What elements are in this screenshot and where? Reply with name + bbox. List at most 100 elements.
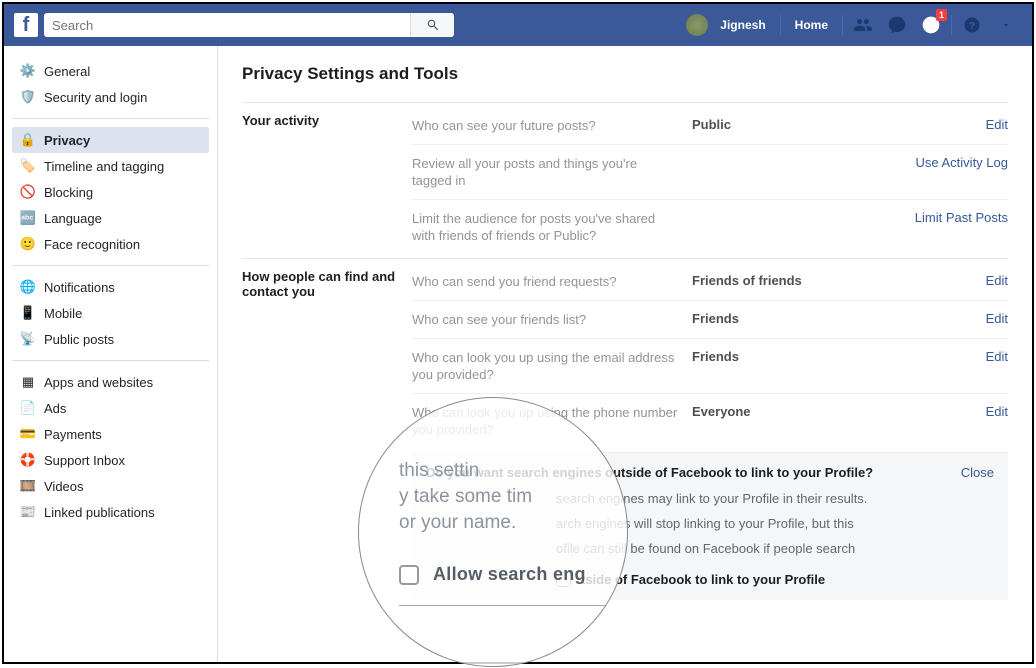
sidebar-item-public-posts[interactable]: 📡 Public posts (12, 326, 209, 352)
sidebar-item-support[interactable]: 🛟Support Inbox (12, 447, 209, 473)
sidebar-item-payments[interactable]: 💳 Payments (12, 421, 209, 447)
help-icon[interactable]: ? (960, 13, 984, 37)
svg-text:?: ? (969, 20, 975, 32)
section-find-contact: How people can find and contact you Who … (242, 258, 1008, 600)
checkbox-label: tside of Facebook to link to your Profil… (581, 571, 825, 588)
sidebar-item-label: Videos (44, 479, 84, 494)
dropdown-icon[interactable] (994, 13, 1018, 37)
edit-link[interactable]: Edit (986, 349, 1008, 383)
globe-icon: 🌐 (20, 279, 36, 295)
setting-row: Limit the audience for posts you've shar… (412, 199, 1008, 254)
sidebar-item-apps[interactable]: ▦ Apps and websites (12, 369, 209, 395)
sidebar-item-mobile[interactable]: 📱 Mobile (12, 300, 209, 326)
sidebar-item-language[interactable]: 🔤 Language (12, 205, 209, 231)
sidebar-item-privacy[interactable]: 🔒 Privacy (12, 127, 209, 153)
sidebar-item-label: Language (44, 211, 102, 226)
setting-row: Who can see your future posts? Public Ed… (412, 113, 1008, 144)
sidebar-item-linked-pub[interactable]: 📰 Linked publications (12, 499, 209, 525)
video-icon: 🎞️ (20, 478, 36, 494)
sidebar-item-face[interactable]: 🙂 Face recognition (12, 231, 209, 257)
header: f Jignesh Home 1 ? (4, 4, 1032, 46)
sidebar-item-timeline[interactable]: 🏷️ Timeline and tagging (12, 153, 209, 179)
sidebar-item-label: Security and login (44, 90, 147, 105)
sidebar-item-general[interactable]: ⚙️ General (12, 58, 209, 84)
profile-link[interactable]: Jignesh (710, 11, 775, 39)
setting-row: Who can send you friend requests? Friend… (412, 269, 1008, 300)
setting-question: Who can see your future posts? (412, 117, 692, 134)
setting-question: Do you want search engines outside of Fa… (426, 465, 961, 480)
news-icon: 📰 (20, 504, 36, 520)
setting-row: Who can look you up using the email addr… (412, 338, 1008, 393)
shield-icon: 🛡️ (20, 89, 36, 105)
search-icon (426, 18, 440, 32)
sidebar-item-label: Timeline and tagging (44, 159, 164, 174)
sidebar-item-label: Notifications (44, 280, 115, 295)
sidebar-item-label: Mobile (44, 306, 82, 321)
notifications-icon[interactable]: 1 (919, 13, 943, 37)
section-label: Your activity (242, 113, 412, 254)
limit-posts-link[interactable]: Limit Past Posts (915, 210, 1008, 244)
setting-row: Who can look you up using the phone numb… (412, 393, 1008, 448)
apps-icon: ▦ (20, 374, 36, 390)
setting-value: Public (692, 117, 852, 134)
setting-question: Who can send you friend requests? (412, 273, 692, 290)
lock-icon: 🔒 (20, 132, 36, 148)
setting-value: Friends (692, 311, 852, 328)
search-bar (44, 13, 454, 37)
sidebar-item-security[interactable]: 🛡️ Security and login (12, 84, 209, 110)
close-link[interactable]: Close (961, 465, 994, 480)
edit-link[interactable]: Edit (986, 273, 1008, 290)
home-link[interactable]: Home (785, 11, 838, 39)
sidebar-item-blocking[interactable]: 🚫 Blocking (12, 179, 209, 205)
gear-icon: ⚙️ (20, 63, 36, 79)
edit-link[interactable]: Edit (986, 117, 1008, 134)
sidebar-item-label: Face recognition (44, 237, 140, 252)
notification-badge: 1 (936, 9, 947, 21)
setting-description: search engines may link to your Profile … (556, 490, 994, 507)
sidebar-item-label: Apps and websites (44, 375, 153, 390)
sidebar-item-videos[interactable]: 🎞️ Videos (12, 473, 209, 499)
page-title: Privacy Settings and Tools (242, 64, 1008, 84)
sidebar-item-ads[interactable]: 📄 Ads (12, 395, 209, 421)
setting-question: Who can look you up using the phone numb… (412, 404, 692, 438)
card-icon: 💳 (20, 426, 36, 442)
expanded-setting: Do you want search engines outside of Fa… (412, 452, 1008, 600)
setting-row: Who can see your friends list? Friends E… (412, 300, 1008, 338)
sidebar-item-label: Privacy (44, 133, 90, 148)
section-label: How people can find and contact you (242, 269, 412, 600)
ads-icon: 📄 (20, 400, 36, 416)
sidebar-item-notifications[interactable]: 🌐 Notifications (12, 274, 209, 300)
setting-description: ofile can still be found on Facebook if … (556, 540, 994, 557)
allow-search-checkbox[interactable] (556, 572, 571, 587)
sidebar-item-label: Linked publications (44, 505, 155, 520)
edit-link[interactable]: Edit (986, 311, 1008, 328)
main-content: Privacy Settings and Tools Your activity… (217, 46, 1032, 662)
face-icon: 🙂 (20, 236, 36, 252)
life-ring-icon: 🛟 (20, 452, 36, 468)
sidebar-item-label: Ads (44, 401, 66, 416)
block-icon: 🚫 (20, 184, 36, 200)
setting-value: Friends of friends (692, 273, 852, 290)
sidebar-item-label: General (44, 64, 90, 79)
avatar[interactable] (686, 14, 708, 36)
language-icon: 🔤 (20, 210, 36, 226)
setting-question: Review all your posts and things you're … (412, 155, 692, 189)
setting-row: Review all your posts and things you're … (412, 144, 1008, 199)
sidebar-item-label: Payments (44, 427, 102, 442)
mobile-icon: 📱 (20, 305, 36, 321)
sidebar-item-label: Public posts (44, 332, 114, 347)
friend-requests-icon[interactable] (851, 13, 875, 37)
setting-description: arch engines will stop linking to your P… (556, 515, 994, 532)
tag-icon: 🏷️ (20, 158, 36, 174)
rss-icon: 📡 (20, 331, 36, 347)
messages-icon[interactable] (885, 13, 909, 37)
edit-link[interactable]: Edit (986, 404, 1008, 438)
setting-question: Limit the audience for posts you've shar… (412, 210, 692, 244)
activity-log-link[interactable]: Use Activity Log (916, 155, 1009, 189)
setting-value: Friends (692, 349, 852, 383)
sidebar-item-label: Blocking (44, 185, 93, 200)
setting-question: Who can look you up using the email addr… (412, 349, 692, 383)
search-input[interactable] (44, 18, 410, 33)
search-button[interactable] (410, 13, 454, 37)
facebook-logo[interactable]: f (14, 13, 38, 37)
